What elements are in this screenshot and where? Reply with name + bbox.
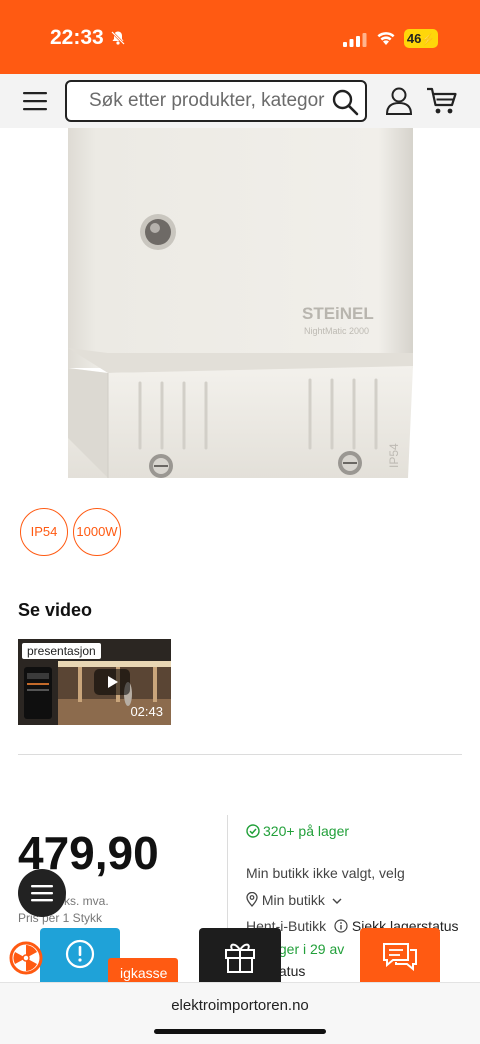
checkout-label: igkasse [120,965,168,981]
gift-button[interactable] [199,928,281,982]
image-ip-text: IP54 [387,443,401,468]
badge-1000w: 1000W [73,508,121,556]
search-input[interactable] [89,82,329,120]
video-section-title: Se video [18,600,93,620]
location-pin-icon [246,891,258,907]
bell-slash-icon [111,31,125,45]
wheel-of-fortune-button[interactable] [8,940,44,976]
search-icon[interactable] [331,88,359,116]
battery-level: 46 [406,31,422,46]
my-store-selector[interactable]: Min butikk [246,891,342,908]
badge-ip54: IP54 [20,508,68,556]
store-prompt: Min butikk ikke valgt, velg [246,865,405,881]
chat-icon [383,943,417,972]
image-model-text: NightMatic 2000 [304,326,369,336]
menu-icon[interactable] [23,91,47,111]
product-image[interactable]: STEiNEL NightMatic 2000 IP54 [0,128,480,478]
cart-icon[interactable] [426,86,458,116]
gift-icon [225,943,255,973]
video-duration: 02:43 [130,704,163,719]
info-icon[interactable] [334,919,348,933]
product-image-illustration: STEiNEL NightMatic 2000 IP54 [68,128,413,478]
menu-icon [31,885,53,902]
play-icon[interactable] [94,669,130,695]
site-header [0,74,480,128]
stock-status: 320+ på lager [246,823,349,839]
search-box[interactable] [65,80,367,122]
chevron-down-icon [332,898,342,904]
user-icon[interactable] [385,86,413,116]
badge-label: 1000W [76,524,118,539]
check-circle-icon [246,824,260,838]
status-bar: 22:33 46⚡ [0,0,480,74]
price-vat-note: ks. mva. [64,894,109,908]
stock-text: 320+ på lager [263,823,350,839]
url-text[interactable]: elektroimportoren.no [0,997,480,1014]
floating-menu-button[interactable] [18,869,66,917]
home-indicator [154,1029,326,1034]
my-store-label: Min butikk [261,892,325,908]
video-tag: presentasjon [22,643,101,659]
image-logo-text: STEiNEL [302,304,374,323]
video-thumbnail[interactable]: presentasjon 02:43 [18,639,171,725]
section-divider [18,754,462,755]
badge-label: IP54 [30,524,58,539]
checkout-button[interactable]: igkasse [108,958,178,984]
browser-url-bar[interactable]: elektroimportoren.no [0,982,480,1044]
signal-icon [343,33,367,47]
wheel-icon [9,941,43,975]
battery-charging-icon: 46⚡ [404,29,438,48]
chat-button[interactable] [360,928,440,982]
wifi-icon [377,32,395,45]
status-time: 22:33 [50,26,104,49]
